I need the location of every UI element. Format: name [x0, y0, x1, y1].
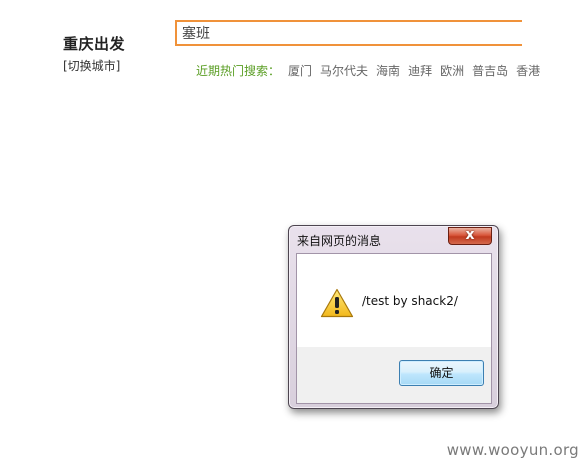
departure-block: 重庆出发 [切换城市]	[63, 33, 126, 73]
hot-search-label: 近期热门搜索：	[196, 64, 281, 78]
hot-search-link-phuket[interactable]: 普吉岛	[472, 64, 508, 78]
alert-dialog: 来自网页的消息 x /test by shack2/ 确定	[288, 225, 499, 409]
hot-search-link-hainan[interactable]: 海南	[376, 64, 400, 78]
hot-search-link-hongkong[interactable]: 香港	[516, 64, 540, 78]
warning-icon	[320, 288, 354, 318]
dialog-message: /test by shack2/	[362, 294, 458, 308]
switch-city-link[interactable]: [切换城市]	[63, 57, 120, 74]
departure-city: 重庆出发	[63, 35, 126, 53]
hot-search-link-maldives[interactable]: 马尔代夫	[320, 64, 368, 78]
hot-search-link-dubai[interactable]: 迪拜	[408, 64, 432, 78]
close-button[interactable]: x	[448, 227, 492, 245]
dialog-body: /test by shack2/ 确定	[296, 253, 492, 404]
close-icon: x	[465, 227, 475, 243]
ok-button[interactable]: 确定	[399, 360, 484, 386]
hot-search-link-xiamen[interactable]: 厦门	[288, 64, 312, 78]
watermark: www.wooyun.org	[446, 441, 579, 459]
message-area: /test by shack2/	[297, 254, 491, 347]
hot-search-row: 近期热门搜索： 厦门 马尔代夫 海南 迪拜 欧洲 普吉岛 香港	[196, 62, 540, 79]
search-input[interactable]	[175, 20, 522, 46]
dialog-title: 来自网页的消息	[297, 234, 382, 248]
hot-search-link-europe[interactable]: 欧洲	[440, 64, 464, 78]
